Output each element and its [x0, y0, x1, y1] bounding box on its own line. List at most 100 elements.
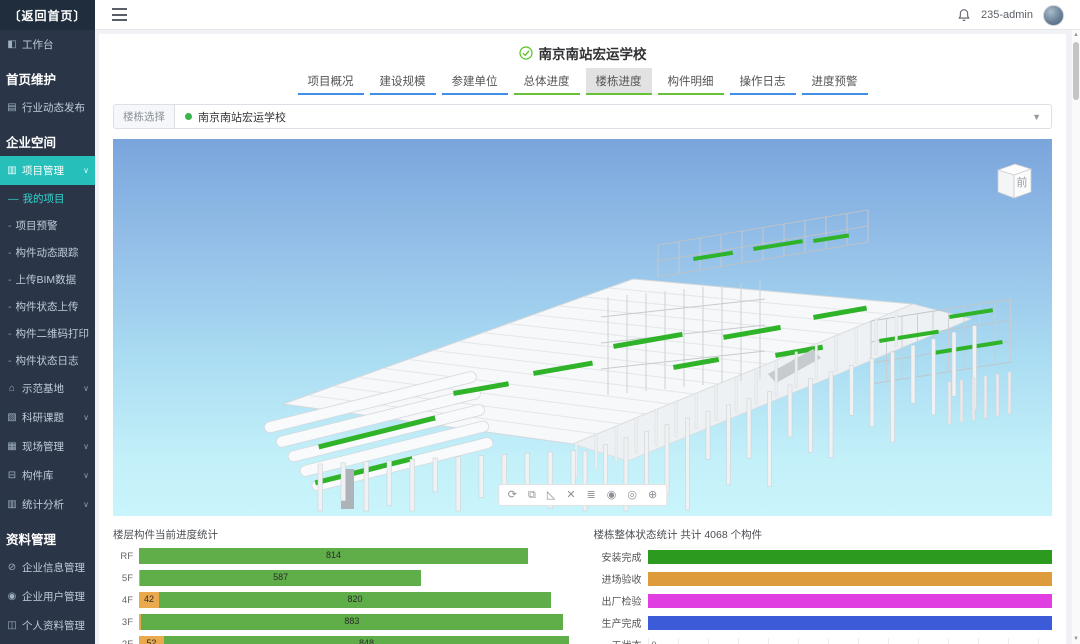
tab-progress-warning[interactable]: 进度预警	[802, 68, 868, 95]
model-viewport[interactable]: 前 ⟳ ⧉ ◺ ✕ ≣ ◉ ◎ ⊕	[113, 139, 1052, 516]
chart-bar-icon: ▥	[6, 165, 18, 176]
sidebar-item-component-qrcode-print[interactable]: 构件二维码打印	[0, 320, 95, 347]
sidebar-item-label: 企业信息管理	[22, 560, 85, 575]
sidebar-item-component-library[interactable]: ⊟构件库∨	[0, 461, 95, 490]
bar-track: 587	[139, 570, 572, 586]
sidebar-item-industry-news[interactable]: ▤行业动态发布	[0, 93, 95, 122]
floor-progress-chart-rows: RF8145F5874F428203F8832F52848	[113, 548, 572, 644]
building-select-dropdown[interactable]: 南京南站宏运学校 ▼	[174, 104, 1052, 129]
avatar[interactable]	[1043, 5, 1064, 26]
view-cube[interactable]: 前	[990, 157, 1036, 203]
bar-value: 814	[139, 550, 528, 560]
tab-building-progress[interactable]: 楼栋进度	[586, 68, 652, 95]
section-cut-icon[interactable]: ✕	[566, 488, 575, 502]
tab-construction-scale[interactable]: 建设规模	[370, 68, 436, 95]
bar-segment: 814	[139, 548, 528, 564]
sidebar-item-component-status-log[interactable]: 构件状态日志	[0, 347, 95, 374]
bar	[648, 550, 1053, 564]
bar-track	[648, 550, 1053, 564]
hamburger-menu-icon[interactable]	[112, 8, 127, 21]
tab-project-overview[interactable]: 项目概况	[298, 68, 364, 95]
sidebar-item-label: 工作台	[22, 37, 54, 52]
sidebar-item-enterprise-users[interactable]: ◉企业用户管理	[0, 582, 95, 611]
sidebar-item-component-tracking[interactable]: 构件动态跟踪	[0, 239, 95, 266]
topbar: 〔返回首页〕 235-admin	[0, 0, 1080, 30]
building-status-chart-rows: 安装完成进场验收出厂检验生产完成无状态0	[594, 549, 1053, 644]
building-status-chart: 楼栋整体状态统计 共计 4068 个构件 安装完成进场验收出厂检验生产完成无状态…	[594, 527, 1053, 644]
sidebar-item-label: 示范基地	[22, 381, 64, 396]
sidebar-item-statistics-analysis[interactable]: ▥统计分析∨	[0, 490, 95, 519]
project-card: 南京南站宏运学校 项目概况建设规模参建单位总体进度楼栋进度构件明细操作日志进度预…	[99, 34, 1066, 644]
bar-value: 52	[139, 638, 164, 644]
component-list-icon[interactable]: ≣	[587, 488, 596, 502]
axis-label: 生产完成	[594, 615, 642, 630]
page-title: 南京南站宏运学校	[113, 40, 1052, 66]
tab-component-detail[interactable]: 构件明细	[658, 68, 724, 95]
sidebar-item-label: 构件库	[22, 468, 54, 483]
status-dot	[185, 113, 192, 120]
axis-label: 3F	[113, 617, 133, 628]
main-content: 南京南站宏运学校 项目概况建设规模参建单位总体进度楼栋进度构件明细操作日志进度预…	[95, 30, 1072, 644]
bar	[648, 572, 1053, 586]
chevron-down-icon: ∨	[83, 384, 89, 393]
scrollbar-thumb[interactable]	[1073, 42, 1079, 100]
enterprise-info-icon: ⊘	[6, 562, 18, 573]
sidebar-item-personal-profile[interactable]: ◫个人资料管理	[0, 611, 95, 640]
bar	[648, 594, 1053, 608]
bar-track	[648, 616, 1053, 630]
axis-label: 进场验收	[594, 571, 642, 586]
base-icon: ⌂	[6, 383, 18, 394]
sidebar-item-upload-bim-data[interactable]: 上传BIM数据	[0, 266, 95, 293]
bar-segment: 848	[164, 636, 569, 644]
sidebar-section-homepage-maintenance: 首页维护	[0, 59, 95, 93]
sidebar-item-label: 项目管理	[22, 163, 64, 178]
bar-track: 814	[139, 548, 572, 564]
stats-icon: ▥	[6, 499, 18, 510]
profile-icon: ◫	[6, 620, 18, 631]
sidebar-item-research-topics[interactable]: ▧科研课题∨	[0, 403, 95, 432]
sidebar-item-enterprise-info[interactable]: ⊘ 企业信息管理	[0, 553, 95, 582]
bar-track	[648, 572, 1053, 586]
page-scrollbar[interactable]: ▲ ▼	[1072, 30, 1080, 644]
tab-bar: 项目概况建设规模参建单位总体进度楼栋进度构件明细操作日志进度预警	[113, 68, 1052, 95]
sidebar-item-my-projects[interactable]: 我的项目	[0, 185, 95, 212]
sidebar-item-component-status-upload[interactable]: 构件状态上传	[0, 293, 95, 320]
chevron-down-icon: ∨	[83, 471, 89, 480]
tab-participating-units[interactable]: 参建单位	[442, 68, 508, 95]
sidebar-item-workbench[interactable]: ◧工作台	[0, 30, 95, 59]
tab-operation-log[interactable]: 操作日志	[730, 68, 796, 95]
news-icon: ▤	[6, 102, 18, 113]
notification-bell-icon[interactable]	[957, 8, 971, 22]
focus-icon[interactable]: ◎	[627, 488, 637, 502]
axis-label: 5F	[113, 573, 133, 584]
bim-model-render	[113, 139, 1052, 516]
sidebar-item-project-management[interactable]: ▥项目管理∨	[0, 156, 95, 185]
scroll-down-icon[interactable]: ▼	[1072, 636, 1080, 642]
research-icon: ▧	[6, 412, 18, 423]
project-title-text: 南京南站宏运学校	[539, 43, 647, 63]
chart-row-4F: 4F42820	[113, 592, 572, 608]
sidebar: ◧工作台首页维护▤行业动态发布企业空间▥项目管理∨我的项目项目预警构件动态跟踪上…	[0, 30, 95, 644]
sidebar-item-site-management[interactable]: ▦现场管理∨	[0, 432, 95, 461]
axis-label: 安装完成	[594, 549, 642, 564]
floor-progress-chart-title: 楼层构件当前进度统计	[113, 527, 572, 542]
scroll-up-icon[interactable]: ▲	[1072, 32, 1080, 38]
measure-icon[interactable]: ◺	[547, 488, 555, 502]
building-select-label: 楼栋选择	[113, 104, 174, 129]
building-filter: 楼栋选择 南京南站宏运学校 ▼	[113, 104, 1052, 129]
bar-segment: 42	[139, 592, 159, 608]
bar-value: 42	[139, 594, 159, 604]
bar-segment: 587	[140, 570, 421, 586]
tab-overall-progress[interactable]: 总体进度	[514, 68, 580, 95]
layers-icon[interactable]: ⧉	[528, 488, 536, 502]
bar-segment: 52	[139, 636, 164, 644]
reset-view-icon[interactable]: ⟳	[508, 488, 517, 502]
sidebar-item-project-warning[interactable]: 项目预警	[0, 212, 95, 239]
sidebar-item-demo-base[interactable]: ⌂ 示范基地 ∨	[0, 374, 95, 403]
back-home-button[interactable]: 〔返回首页〕	[0, 0, 95, 30]
building-select-value: 南京南站宏运学校	[198, 109, 286, 125]
pan-icon[interactable]: ⊕	[648, 488, 657, 502]
sidebar-item-label: 现场管理	[22, 439, 64, 454]
check-circle-icon	[519, 46, 533, 60]
orbit-icon[interactable]: ◉	[607, 488, 617, 502]
